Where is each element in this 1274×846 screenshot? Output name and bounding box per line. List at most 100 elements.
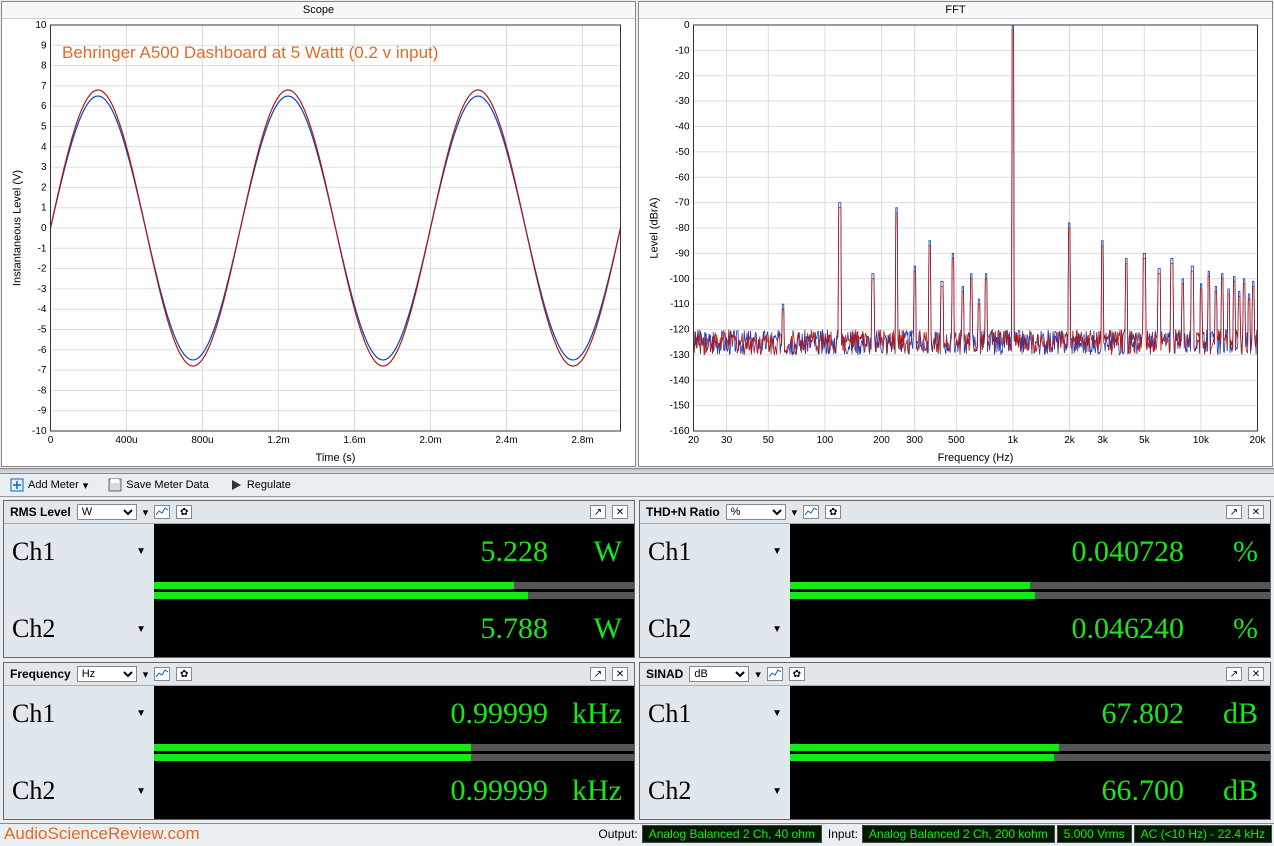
freq-ch1-label: Ch1▼ bbox=[4, 686, 154, 742]
svg-text:3: 3 bbox=[41, 162, 47, 173]
freq-bars bbox=[154, 742, 634, 764]
svg-text:7: 7 bbox=[41, 81, 47, 92]
chevron-down-icon[interactable]: ▼ bbox=[772, 546, 782, 557]
dropdown-arrow-icon: ▾ bbox=[143, 506, 149, 519]
popout-icon[interactable]: ↗ bbox=[590, 667, 606, 681]
svg-text:2.8m: 2.8m bbox=[571, 435, 593, 446]
fft-plot[interactable]: 0-10-20-30-40-50-60-70-80-90-100-110-120… bbox=[639, 19, 1272, 465]
gear-icon[interactable]: ✿ bbox=[176, 667, 192, 681]
dropdown-arrow-icon: ▾ bbox=[792, 506, 798, 519]
svg-text:1.6m: 1.6m bbox=[343, 435, 365, 446]
regulate-button[interactable]: Regulate bbox=[225, 477, 295, 493]
chevron-down-icon[interactable]: ▼ bbox=[136, 624, 146, 635]
chevron-down-icon[interactable]: ▼ bbox=[136, 546, 146, 557]
chart-icon[interactable] bbox=[767, 667, 783, 681]
svg-text:6: 6 bbox=[41, 101, 47, 112]
svg-text:-6: -6 bbox=[38, 345, 47, 356]
popout-icon[interactable]: ↗ bbox=[590, 505, 606, 519]
close-icon[interactable]: ✕ bbox=[612, 505, 628, 519]
freq-ch2-label: Ch2▼ bbox=[4, 764, 154, 820]
svg-text:-130: -130 bbox=[669, 350, 689, 361]
svg-text:400u: 400u bbox=[115, 435, 137, 446]
chevron-down-icon[interactable]: ▼ bbox=[136, 708, 146, 719]
freq-ch1-value: 0.99999kHz bbox=[154, 686, 634, 742]
sinad-title: SINAD bbox=[646, 667, 683, 681]
close-icon[interactable]: ✕ bbox=[1248, 667, 1264, 681]
rms-unit-select[interactable]: W bbox=[77, 504, 137, 520]
svg-text:-1: -1 bbox=[38, 243, 47, 254]
scope-plot[interactable]: -10-9-8-7-6-5-4-3-2-10123456789100400u80… bbox=[2, 19, 635, 465]
svg-text:-30: -30 bbox=[675, 96, 690, 107]
svg-text:-10: -10 bbox=[32, 426, 47, 437]
sinad-unit-select[interactable]: dB bbox=[689, 666, 749, 682]
sinad-meter: SINAD dB ▾ ✿ ↗ ✕ Ch1▼ 67.802dB Ch2▼ bbox=[639, 662, 1271, 820]
svg-text:2: 2 bbox=[41, 182, 47, 193]
gear-icon[interactable]: ✿ bbox=[176, 505, 192, 519]
svg-text:-140: -140 bbox=[669, 375, 689, 386]
rms-ch1-value: 5.228W bbox=[154, 524, 634, 580]
status-bar: AudioScienceReview.com Output: Analog Ba… bbox=[0, 823, 1274, 843]
svg-text:-110: -110 bbox=[670, 299, 690, 310]
svg-text:800u: 800u bbox=[191, 435, 213, 446]
svg-text:-20: -20 bbox=[675, 71, 690, 82]
chevron-down-icon[interactable]: ▼ bbox=[136, 786, 146, 797]
rms-bars bbox=[154, 580, 634, 602]
rms-meter: RMS Level W ▾ ✿ ↗ ✕ Ch1▼ 5.228W Ch2▼ bbox=[3, 500, 635, 658]
sinad-ch1-value: 67.802dB bbox=[790, 686, 1270, 742]
thdn-unit-select[interactable]: % bbox=[726, 504, 786, 520]
bandwidth-value[interactable]: AC (<10 Hz) - 22.4 kHz bbox=[1134, 825, 1272, 843]
svg-text:-3: -3 bbox=[38, 284, 47, 295]
svg-text:8: 8 bbox=[41, 61, 47, 72]
svg-text:0: 0 bbox=[684, 20, 690, 31]
freq-title: Frequency bbox=[10, 667, 71, 681]
svg-text:-2: -2 bbox=[38, 264, 47, 275]
input-value[interactable]: Analog Balanced 2 Ch, 200 kohm bbox=[862, 825, 1055, 843]
save-meter-button[interactable]: Save Meter Data bbox=[104, 477, 213, 493]
chevron-down-icon[interactable]: ▼ bbox=[772, 624, 782, 635]
svg-text:1: 1 bbox=[41, 203, 47, 214]
dropdown-arrow-icon: ▾ bbox=[83, 479, 89, 492]
rms-header: RMS Level W ▾ ✿ ↗ ✕ bbox=[4, 501, 634, 524]
output-value[interactable]: Analog Balanced 2 Ch, 40 ohm bbox=[642, 825, 822, 843]
popout-icon[interactable]: ↗ bbox=[1226, 505, 1242, 519]
gear-icon[interactable]: ✿ bbox=[825, 505, 841, 519]
chevron-down-icon[interactable]: ▼ bbox=[772, 708, 782, 719]
close-icon[interactable]: ✕ bbox=[612, 667, 628, 681]
svg-text:200: 200 bbox=[873, 435, 890, 446]
svg-text:-50: -50 bbox=[675, 147, 690, 158]
svg-text:-9: -9 bbox=[38, 406, 47, 417]
dropdown-arrow-icon: ▾ bbox=[143, 668, 149, 681]
svg-text:Level (dBrA): Level (dBrA) bbox=[649, 197, 661, 258]
freq-meter: Frequency Hz ▾ ✿ ↗ ✕ Ch1▼ 0.99999kHz Ch2… bbox=[3, 662, 635, 820]
input-label: Input: bbox=[824, 827, 862, 841]
add-meter-button[interactable]: Add Meter ▾ bbox=[6, 477, 92, 493]
svg-text:-120: -120 bbox=[669, 325, 689, 336]
save-icon bbox=[108, 478, 122, 492]
svg-text:20: 20 bbox=[688, 435, 700, 446]
thdn-header: THD+N Ratio % ▾ ✿ ↗ ✕ bbox=[640, 501, 1270, 524]
svg-text:Frequency (Hz): Frequency (Hz) bbox=[938, 452, 1014, 464]
close-icon[interactable]: ✕ bbox=[1248, 505, 1264, 519]
popout-icon[interactable]: ↗ bbox=[1226, 667, 1242, 681]
chevron-down-icon[interactable]: ▼ bbox=[772, 786, 782, 797]
svg-text:5k: 5k bbox=[1139, 435, 1151, 446]
chart-icon[interactable] bbox=[154, 505, 170, 519]
gear-icon[interactable]: ✿ bbox=[789, 667, 805, 681]
thdn-ch2-value: 0.046240% bbox=[790, 602, 1270, 658]
svg-text:100: 100 bbox=[817, 435, 834, 446]
sinad-header: SINAD dB ▾ ✿ ↗ ✕ bbox=[640, 663, 1270, 686]
rms-ch1-label: Ch1▼ bbox=[4, 524, 154, 580]
svg-text:2.4m: 2.4m bbox=[495, 435, 517, 446]
freq-unit-select[interactable]: Hz bbox=[77, 666, 137, 682]
chart-icon[interactable] bbox=[154, 667, 170, 681]
rms-title: RMS Level bbox=[10, 505, 71, 519]
scope-panel: Scope Behringer A500 Dashboard at 5 Watt… bbox=[1, 1, 636, 467]
svg-text:-60: -60 bbox=[675, 172, 690, 183]
thdn-ch2-label: Ch2▼ bbox=[640, 602, 790, 658]
vrms-value[interactable]: 5.000 Vrms bbox=[1057, 825, 1132, 843]
svg-text:-90: -90 bbox=[675, 248, 690, 259]
sinad-ch2-label: Ch2▼ bbox=[640, 764, 790, 820]
plus-icon bbox=[10, 478, 24, 492]
chart-icon[interactable] bbox=[803, 505, 819, 519]
sinad-ch2-value: 66.700dB bbox=[790, 764, 1270, 820]
